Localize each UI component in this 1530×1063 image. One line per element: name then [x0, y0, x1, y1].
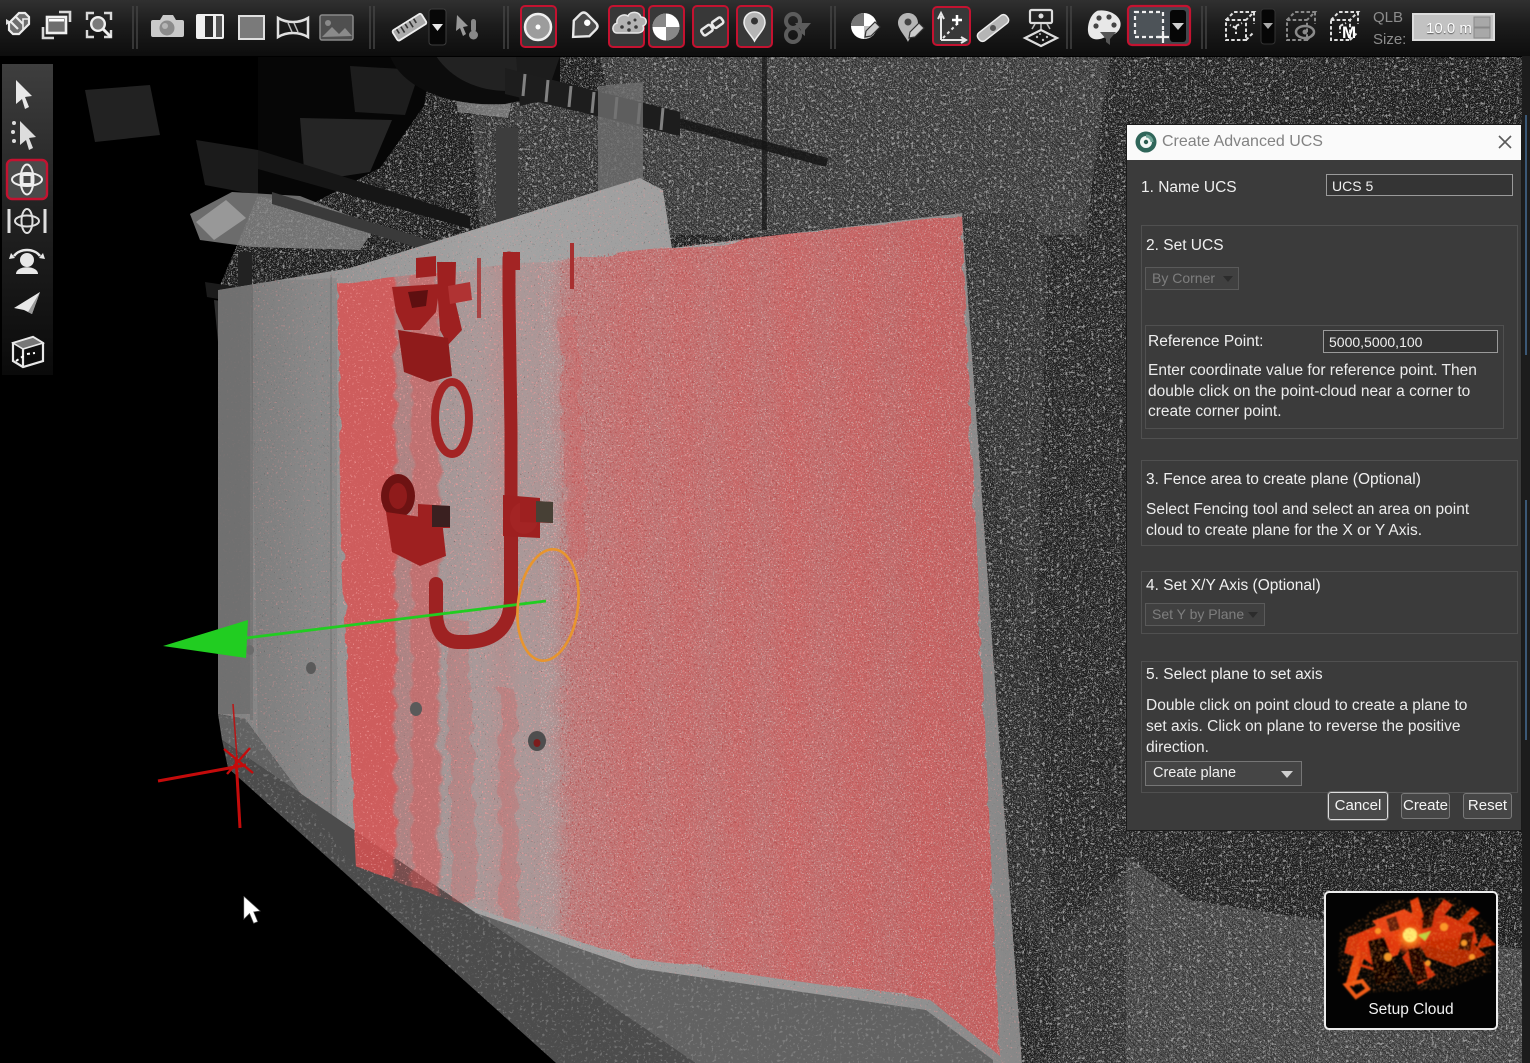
svg-text:Size:: Size: [1373, 31, 1406, 48]
svg-text:M: M [1342, 23, 1356, 42]
svg-text:10.0 m: 10.0 m [1426, 20, 1472, 37]
svg-text:QLB: QLB [1373, 9, 1403, 26]
